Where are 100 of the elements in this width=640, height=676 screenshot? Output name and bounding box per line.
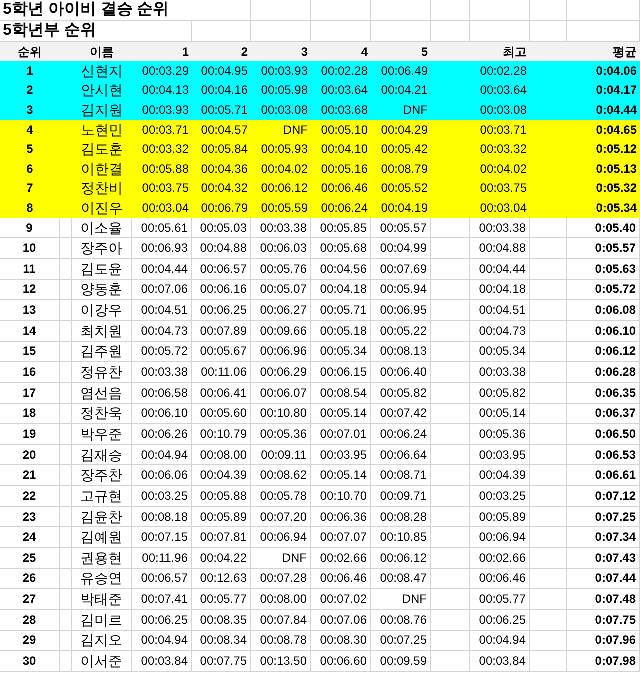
table-cell: 00:06.12: [380, 552, 427, 564]
table-cell: 00:06.24: [321, 202, 368, 214]
table-cell: 00:06.26: [141, 428, 188, 440]
table-cell: 00:07.01: [320, 428, 367, 440]
table-cell: 7: [26, 182, 34, 194]
table-cell: 15: [22, 345, 36, 358]
table-cell: 장주아: [80, 241, 122, 256]
table-cell: DNF: [282, 552, 307, 564]
table-cell: 00:03.68: [321, 104, 368, 116]
table-cell: 26: [22, 572, 36, 584]
table-cell: 2: [26, 84, 34, 96]
table-cell: 0:06.37: [595, 407, 636, 420]
table-cell: 00:08.62: [260, 469, 307, 482]
table-cell: 이강우: [80, 303, 122, 318]
table-cell: 00:07.06: [320, 614, 367, 626]
table-cell: 00:05.59: [261, 202, 308, 214]
table-cell: 00:09.11: [261, 448, 307, 461]
table-cell: 00:03.64: [321, 84, 368, 96]
table-cell: 14: [22, 324, 36, 337]
table-cell: 00:04.88: [200, 242, 247, 254]
table-cell: 박우준: [80, 426, 122, 441]
table-cell: 00:05.14: [320, 407, 367, 420]
table-cell: 김주원: [80, 344, 122, 358]
table-cell: 00:04.13: [142, 84, 189, 96]
table-cell: 00:04.29: [381, 124, 428, 136]
empty-cell: [371, 0, 431, 21]
table-cell: 0:04.65: [596, 124, 637, 136]
table-cell: 김미르: [80, 612, 122, 627]
table-cell: 00:06.25: [479, 614, 526, 626]
table-cell: 00:05.88: [142, 162, 189, 175]
table-cell: 00:04.16: [201, 84, 248, 96]
table-cell: 0:06.12: [595, 345, 636, 358]
table-cell: 0:07.75: [595, 614, 636, 626]
table-cell: 00:09.66: [260, 324, 307, 337]
table-cell: 0:07.96: [595, 634, 636, 646]
table-cell: 00:06.46: [321, 182, 368, 194]
table-cell: 이소율: [80, 220, 122, 235]
table-cell: 0:06.08: [595, 304, 636, 316]
table-cell: 염선음: [80, 386, 122, 400]
table-cell: 00:07.15: [141, 531, 188, 544]
table-cell: 00:11.06: [201, 366, 247, 378]
table-cell: 00:03.64: [480, 84, 527, 96]
table-cell: 13: [22, 304, 36, 316]
table-cell: 00:03.38: [260, 222, 307, 234]
table-cell: 00:03.71: [480, 124, 527, 136]
table-cell: 00:08.30: [320, 634, 367, 646]
table-cell: 0:05.32: [596, 182, 637, 194]
table-cell: 00:06.12: [261, 182, 308, 194]
table-cell: 00:05.34: [479, 345, 526, 358]
table-cell: 00:05.07: [260, 283, 307, 296]
table-cell: 5: [26, 143, 34, 156]
table-cell: 이한결: [81, 162, 123, 176]
table-cell: 00:04.02: [261, 162, 308, 175]
table-cell: 00:06.41: [200, 386, 247, 399]
table-cell: 양동훈: [80, 282, 122, 296]
table-cell: 00:10.85: [380, 531, 427, 544]
table-cell: 00:04.18: [320, 283, 367, 296]
table-cell: 안시현: [81, 83, 123, 98]
table-cell: 박태준: [80, 592, 122, 606]
table-cell: 00:04.88: [479, 242, 526, 254]
table-cell: 00:05.82: [380, 386, 427, 399]
table-cell: 00:02.66: [320, 552, 367, 564]
table-cell: 0:05.12: [596, 143, 637, 156]
table-cell: 00:04.39: [200, 469, 247, 482]
table-cell: 00:03.84: [141, 655, 188, 668]
table-cell: 18: [22, 407, 36, 420]
table-cell: 00:10.80: [260, 407, 307, 420]
table-cell: 00:03.95: [320, 448, 367, 461]
table-cell: 19: [22, 428, 36, 440]
table-cell: 00:05.03: [200, 222, 247, 234]
table-cell: 0:06.53: [595, 448, 636, 461]
table-cell: 00:07.84: [260, 614, 307, 626]
table-cell: 22: [22, 490, 36, 502]
table-cell: 김지원: [81, 102, 123, 117]
table-cell: 24: [22, 531, 36, 544]
table-cell: 00:04.18: [479, 283, 526, 296]
table-cell: 00:05.14: [479, 407, 526, 420]
table-cell: 00:04.36: [201, 162, 248, 175]
table-cell: 00:07.02: [320, 593, 367, 606]
table-cell: 00:08.00: [200, 448, 247, 461]
table-cell: 00:06.24: [380, 428, 427, 440]
table-cell: 00:03.32: [142, 143, 189, 156]
table-cell: 최치원: [80, 324, 122, 338]
table-cell: 00:05.34: [320, 345, 367, 358]
table-cell: 00:07.89: [200, 324, 247, 337]
table-cell: 00:06.57: [141, 572, 188, 584]
table-cell: 이진우: [81, 200, 123, 215]
table-cell: 권용현: [80, 550, 122, 565]
table-cell: 00:06.16: [200, 283, 247, 296]
table-cell: 00:03.04: [480, 202, 527, 214]
table-cell: 00:03.25: [479, 490, 526, 502]
table-cell: 0:07.48: [595, 593, 636, 606]
table-cell: 00:03.71: [142, 124, 189, 136]
table-cell: 00:05.67: [200, 345, 247, 358]
sheet-title: 5학년 아이비 결승 순위: [3, 2, 170, 18]
table-cell: 00:04.21: [381, 84, 428, 96]
empty-cell: [251, 0, 311, 21]
table-cell: 00:05.42: [381, 143, 428, 156]
table-cell: 김재승: [80, 448, 122, 462]
table-cell: 00:07.41: [141, 593, 188, 606]
